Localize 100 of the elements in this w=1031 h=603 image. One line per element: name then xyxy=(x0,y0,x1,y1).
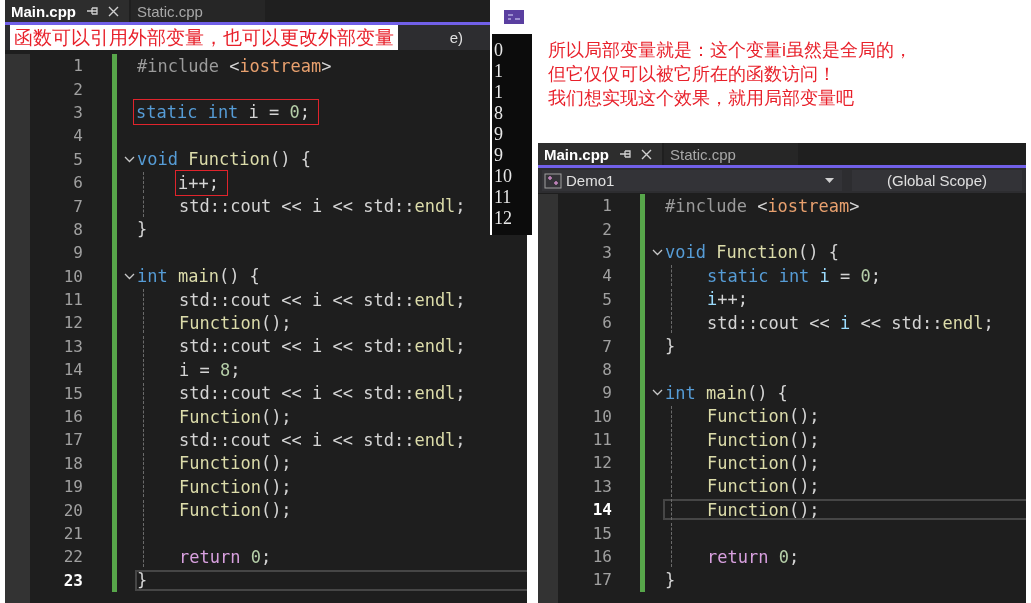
fold-chevron-icon[interactable] xyxy=(652,389,663,397)
line-number: 13 xyxy=(591,476,612,496)
line-number: 15 xyxy=(62,383,83,403)
code-line: std::cout << i << std::endl; xyxy=(179,383,466,404)
code-line: Function(); xyxy=(179,313,292,333)
project-name: Demo1 xyxy=(566,172,615,189)
code-line: Function(); xyxy=(179,476,292,497)
line-number: 11 xyxy=(62,290,83,310)
file-tab[interactable]: Static.cpp xyxy=(131,0,265,22)
close-icon[interactable] xyxy=(108,5,119,17)
line-number: 19 xyxy=(62,477,83,497)
code-line: } xyxy=(665,569,676,590)
line-number: 9 xyxy=(601,383,612,403)
console-output-line: 11 xyxy=(494,187,513,208)
line-number: 4 xyxy=(72,126,83,146)
file-tab[interactable]: Static.cpp xyxy=(664,143,798,165)
file-tab[interactable]: Main.cpp xyxy=(538,143,662,165)
file-tab[interactable]: Main.cpp xyxy=(5,0,129,22)
console-output-line: 0 xyxy=(494,40,504,61)
code-line: std::cout << i << std::endl; xyxy=(179,196,466,217)
code-line: i = 8; xyxy=(179,359,241,380)
line-number: 16 xyxy=(591,547,612,567)
code-line: Function(); xyxy=(707,453,820,473)
code-line: #include <iostream> xyxy=(665,195,860,216)
pin-icon[interactable] xyxy=(86,6,98,16)
line-number: 2 xyxy=(72,79,83,99)
line-number: 15 xyxy=(591,523,612,543)
line-number: 9 xyxy=(72,243,83,263)
code-line: void Function() { xyxy=(665,242,840,263)
line-number: 17 xyxy=(591,570,612,590)
console-icon xyxy=(504,10,524,24)
line-number: 1 xyxy=(601,196,612,216)
console-output-line: 12 xyxy=(494,208,513,229)
line-number: 10 xyxy=(62,266,83,286)
caret-icon xyxy=(825,178,834,183)
console-output-line: 8 xyxy=(494,103,504,124)
code-line: std::cout << i << std::endl; xyxy=(707,312,994,333)
code-line: } xyxy=(665,336,676,357)
pin-icon[interactable] xyxy=(619,149,631,159)
line-number: 8 xyxy=(72,219,83,239)
line-number: 3 xyxy=(601,242,612,262)
code-line: #include <iostream> xyxy=(137,55,332,76)
line-number: 23 xyxy=(62,570,83,590)
code-line: std::cout << i << std::endl; xyxy=(179,429,466,450)
line-number: 11 xyxy=(591,430,612,450)
code-line: Function(); xyxy=(707,429,820,450)
console-output-line: 1 xyxy=(494,82,504,103)
annotation-text: 我们想实现这个效果，就用局部变量吧 xyxy=(548,87,855,110)
code-line: i++; xyxy=(707,289,748,310)
line-number: 4 xyxy=(601,266,612,286)
line-number: 12 xyxy=(591,453,612,473)
line-number: 5 xyxy=(72,149,83,169)
close-icon[interactable] xyxy=(641,148,652,160)
code-line: Function(); xyxy=(179,500,292,521)
line-number: 13 xyxy=(62,336,83,356)
line-number: 14 xyxy=(62,360,83,380)
console-output-line: 1 xyxy=(494,61,504,82)
code-line: Function(); xyxy=(707,476,820,497)
line-number: 17 xyxy=(62,430,83,450)
fold-chevron-icon[interactable] xyxy=(124,155,135,163)
line-number: 12 xyxy=(62,313,83,333)
code-line: static int i = 0; xyxy=(707,265,882,286)
line-number: 21 xyxy=(62,524,83,543)
line-number: 14 xyxy=(591,500,612,520)
project-icon xyxy=(544,172,562,189)
line-number: 3 xyxy=(72,102,83,122)
console-output-line: 10 xyxy=(494,166,513,187)
fold-chevron-icon[interactable] xyxy=(124,272,135,280)
project-dropdown[interactable]: Demo1 xyxy=(542,170,842,191)
line-number: 7 xyxy=(72,196,83,216)
code-line: void Function() { xyxy=(137,149,312,170)
line-number: 5 xyxy=(601,289,612,309)
line-number: 1 xyxy=(72,56,83,76)
line-number: 22 xyxy=(62,547,83,567)
line-number: 7 xyxy=(601,336,612,356)
fold-chevron-icon[interactable] xyxy=(652,248,663,256)
line-number: 6 xyxy=(601,313,612,333)
code-line: Function(); xyxy=(707,406,820,427)
annotation-text: 函数可以引用外部变量，也可以更改外部变量 xyxy=(10,25,398,50)
line-number: 8 xyxy=(601,359,612,379)
scope-dropdown[interactable]: (Global Scope) xyxy=(852,170,1022,191)
line-number: 20 xyxy=(62,500,83,520)
code-line: int main() { xyxy=(665,382,788,403)
code-line: Function(); xyxy=(179,453,292,474)
annotation-text: 但它仅仅可以被它所在的函数访问！ xyxy=(548,63,837,86)
code-line: } xyxy=(137,570,148,591)
annotation-text: 所以局部变量就是：这个变量i虽然是全局的， xyxy=(548,39,913,62)
console-output-line: 9 xyxy=(494,145,504,166)
code-line: int main() { xyxy=(137,266,260,287)
line-number: 6 xyxy=(72,173,83,193)
code-line: Function(); xyxy=(707,499,820,520)
code-line: return 0; xyxy=(707,546,800,567)
code-line: } xyxy=(137,219,148,240)
code-line: return 0; xyxy=(179,546,272,567)
line-number: 2 xyxy=(601,219,612,239)
code-line: std::cout << i << std::endl; xyxy=(179,289,466,310)
line-number: 18 xyxy=(62,453,83,473)
scope-label: e) xyxy=(449,29,464,46)
line-number: 16 xyxy=(62,407,83,427)
console-output-line: 9 xyxy=(494,124,504,145)
